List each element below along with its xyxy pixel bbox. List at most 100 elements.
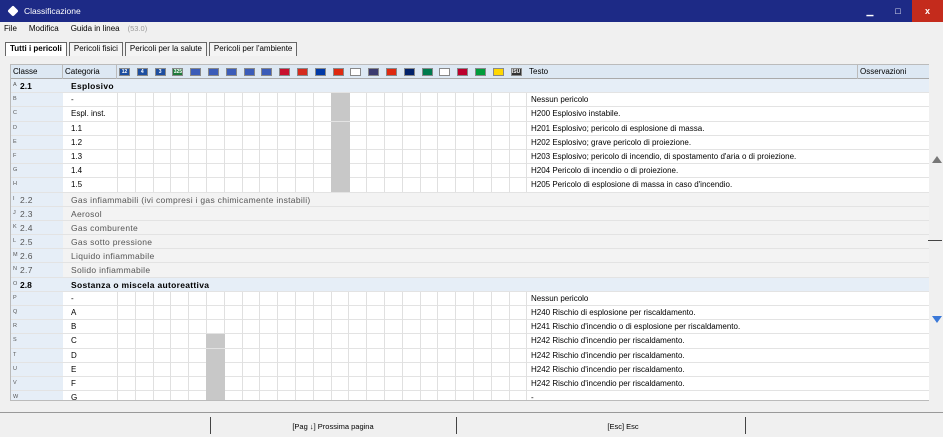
- grid-line: [241, 149, 243, 164]
- grid-line: [437, 376, 439, 391]
- table-row[interactable]: B - Nessun pericolo: [11, 93, 929, 108]
- scroll-up-icon[interactable]: [932, 156, 942, 163]
- esc-button[interactable]: [Esc] Esc: [500, 420, 746, 433]
- grid-line: [277, 362, 279, 377]
- grid-line: [295, 164, 296, 179]
- menu-file[interactable]: File: [4, 24, 17, 33]
- header-testo[interactable]: Testo: [527, 65, 858, 79]
- tab-tutti-pericoli[interactable]: Tutti i pericoli: [5, 42, 67, 56]
- tab-pericoli-ambiente[interactable]: Pericoli per l'ambiente: [208, 42, 298, 56]
- table-row[interactable]: R B H241 Rischio d'incendio o di esplosion…: [11, 320, 929, 335]
- classe-cell: [11, 306, 63, 320]
- grid-line: [241, 135, 243, 150]
- table-group-row[interactable]: L 2.5 Gas sotto pressione: [11, 235, 929, 250]
- table-group-row[interactable]: M 2.6 Liquido infiammabile: [11, 249, 929, 264]
- table-row[interactable]: F 1.3 H203 Esplosivo; pericolo di incendio…: [11, 149, 929, 165]
- grid-line: [277, 93, 279, 108]
- language-flag-icon[interactable]: [403, 68, 415, 76]
- row-letter: T: [13, 351, 17, 358]
- language-flag-icon[interactable]: [225, 68, 237, 76]
- menu-bar: File Modifica Guida in linea (53.0): [0, 22, 943, 35]
- menu-guida[interactable]: Guida in linea: [71, 24, 120, 33]
- grid-line: [241, 391, 243, 400]
- grid-line: [188, 334, 190, 349]
- grid-line: [366, 121, 368, 136]
- maximize-button[interactable]: □: [884, 0, 912, 22]
- language-flag-icon[interactable]: [332, 68, 344, 76]
- grid-line: [526, 348, 528, 363]
- grid-line: [330, 376, 332, 391]
- shaded-cell: [206, 334, 225, 349]
- grid-line: [508, 93, 510, 108]
- grid-line: [259, 149, 261, 164]
- minimize-button[interactable]: ▁: [856, 0, 884, 22]
- next-page-button[interactable]: [Pag ↓] Prossima pagina: [210, 420, 456, 433]
- table-row[interactable]: V F H242 Rischio d'incendio per riscaldame…: [11, 376, 929, 392]
- scroll-down-icon[interactable]: [932, 316, 942, 323]
- language-flag-icon[interactable]: [439, 68, 451, 76]
- grid-line: [419, 178, 421, 193]
- table-row[interactable]: C Espl. inst. H200 Esplosivo instabile.: [11, 107, 929, 122]
- grid-line: [117, 320, 118, 335]
- grid-line: [277, 291, 279, 306]
- table-group-row[interactable]: N 2.7 Solido infiammabile: [11, 263, 929, 278]
- table-group-row[interactable]: J 2.3 Aerosol: [11, 206, 929, 221]
- language-flag-icon[interactable]: ISU: [510, 68, 522, 76]
- table-row[interactable]: P - Nessun pericolo: [11, 291, 929, 306]
- grid-line: [401, 362, 403, 377]
- menu-modifica[interactable]: Modifica: [29, 24, 59, 33]
- table-group-row[interactable]: A 2.1 Esplosivo: [11, 79, 929, 94]
- table-group-row[interactable]: K 2.4 Gas comburente: [11, 220, 929, 236]
- tab-pericoli-fisici[interactable]: Pericoli fisici: [68, 42, 123, 56]
- language-flag-icon[interactable]: [421, 68, 433, 76]
- table-row[interactable]: S C H242 Rischio d'incendio per riscaldame…: [11, 334, 929, 349]
- version-label: (53.0): [127, 24, 148, 33]
- vertical-scrollbar[interactable]: [929, 64, 942, 401]
- grid-line: [134, 121, 136, 136]
- header-categoria[interactable]: Categoria: [63, 65, 117, 79]
- language-flag-icon[interactable]: 325: [172, 68, 184, 76]
- close-button[interactable]: x: [912, 0, 943, 22]
- table-group-row[interactable]: O 2.8 Sostanza o miscela autoreattiva: [11, 277, 929, 292]
- grid-line: [170, 93, 172, 108]
- grid-line: [134, 149, 136, 164]
- table-row[interactable]: U E H242 Rischio d'incendio per riscaldame…: [11, 362, 929, 377]
- grid-line: [117, 348, 118, 363]
- table-row[interactable]: E 1.2 H202 Esplosivo; grave pericolo di pr…: [11, 135, 929, 150]
- language-flag-icon[interactable]: [279, 68, 291, 76]
- table-row[interactable]: D 1.1 H201 Esplosivo; pericolo di esplosio…: [11, 121, 929, 136]
- language-flag-icon[interactable]: [314, 68, 326, 76]
- table-row[interactable]: Q A H240 Rischio di esplosione per riscald…: [11, 306, 929, 321]
- language-flag-icon[interactable]: [368, 68, 380, 76]
- language-flag-icon[interactable]: [208, 68, 219, 76]
- grid-line: [241, 334, 243, 349]
- language-flag-icon[interactable]: [475, 68, 486, 76]
- table-row[interactable]: G 1.4 H204 Pericolo di incendio o di proie…: [11, 164, 929, 179]
- scroll-thumb[interactable]: [928, 240, 942, 241]
- row-letter: H: [13, 181, 17, 188]
- grid-line: [117, 164, 118, 179]
- language-flag-icon[interactable]: [190, 68, 202, 76]
- language-flag-icon[interactable]: 12: [119, 68, 130, 76]
- header-osservazioni[interactable]: Osservazioni: [858, 65, 929, 79]
- header-classe[interactable]: Classe: [11, 65, 63, 79]
- language-flag-icon[interactable]: [457, 68, 469, 76]
- grid-line: [473, 178, 474, 193]
- language-flag-icon[interactable]: 3: [154, 68, 166, 76]
- classe-cell: [11, 107, 63, 121]
- language-flag-icon[interactable]: [350, 68, 362, 76]
- tab-pericoli-salute[interactable]: Pericoli per la salute: [124, 42, 207, 56]
- table-row[interactable]: WG-: [11, 391, 929, 400]
- language-flag-icon[interactable]: 4: [136, 68, 148, 76]
- language-flag-icon[interactable]: [492, 68, 504, 76]
- language-flag-icon[interactable]: [386, 68, 397, 76]
- row-letter: D: [13, 124, 17, 131]
- language-flag-icon[interactable]: [297, 68, 308, 76]
- table-row[interactable]: T D H242 Rischio d'incendio per riscaldame…: [11, 348, 929, 363]
- grid-line: [152, 135, 154, 150]
- table-group-row[interactable]: I 2.2 Gas infiammabili (ivi compresi i gas…: [11, 192, 929, 207]
- table-row[interactable]: H 1.5 H205 Pericolo di esplosione di massa…: [11, 178, 929, 193]
- language-flag-icon[interactable]: [261, 68, 273, 76]
- grid-line: [437, 391, 439, 400]
- language-flag-icon[interactable]: [243, 68, 255, 76]
